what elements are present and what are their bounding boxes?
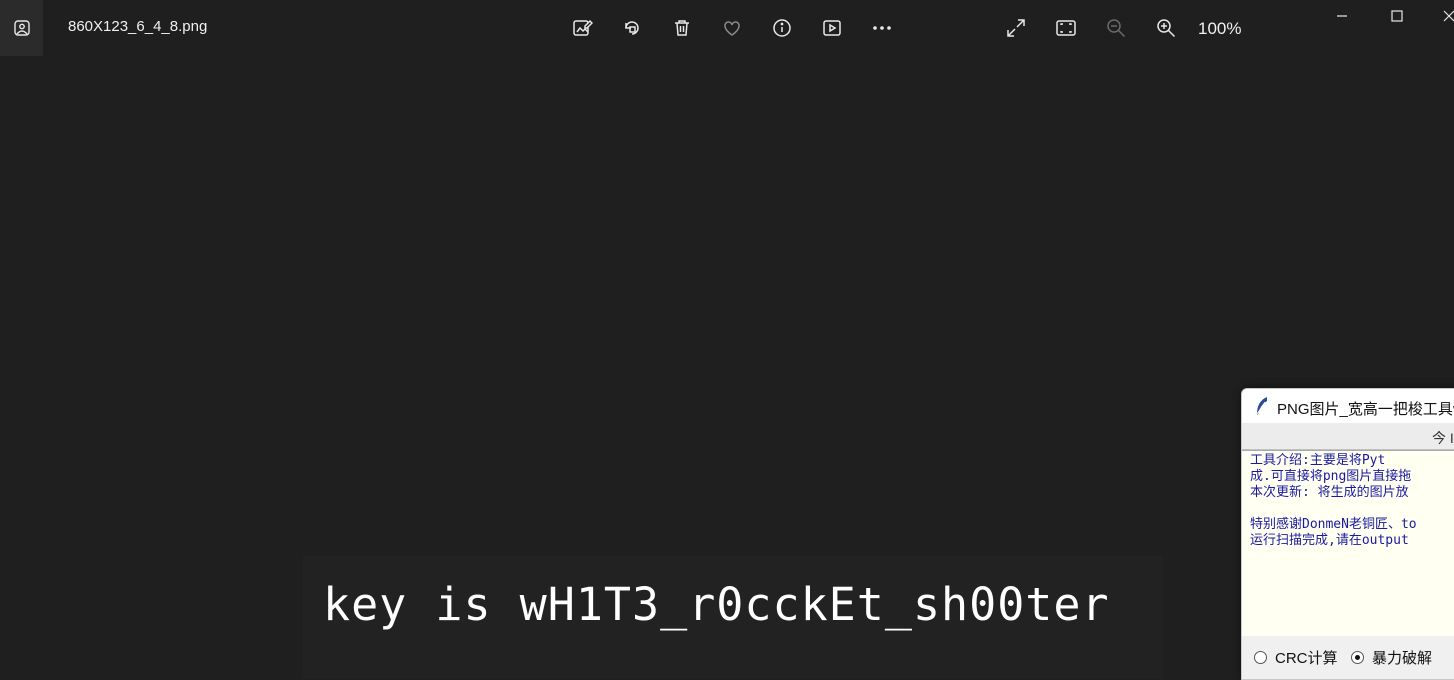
crc-radio-option[interactable]: CRC计算	[1254, 647, 1338, 668]
tool-banner: 今 I	[1242, 423, 1454, 450]
tool-title: PNG图片_宽高一把梭工具v	[1277, 401, 1454, 418]
image-text: key is wH1T3_r0cckEt_sh00ter	[323, 578, 1110, 631]
brute-force-radio[interactable]	[1351, 651, 1364, 664]
delete-icon[interactable]	[668, 14, 696, 42]
fit-to-window-icon[interactable]	[1052, 14, 1080, 42]
info-icon[interactable]	[768, 14, 796, 42]
crc-radio-label: CRC计算	[1275, 650, 1338, 667]
close-icon[interactable]	[1437, 4, 1454, 28]
favorite-icon[interactable]	[718, 14, 746, 42]
more-icon[interactable]	[868, 14, 896, 42]
file-name: 860X123_6_4_8.png	[68, 18, 208, 35]
tool-text-line: 运行扫描完成,请在output	[1250, 533, 1409, 548]
maximize-icon[interactable]	[1385, 4, 1409, 28]
zoom-out-icon[interactable]	[1102, 14, 1130, 42]
slideshow-icon[interactable]	[818, 14, 846, 42]
tool-banner-text: 今 I	[1432, 430, 1454, 446]
title-bar: 860X123_6_4_8.png 100%	[0, 0, 1454, 56]
zoom-in-icon[interactable]	[1152, 14, 1180, 42]
tool-text-line: 特别感谢DonmeN老铜匠、to	[1250, 517, 1417, 532]
crc-radio[interactable]	[1254, 651, 1267, 664]
tool-text-line: 本次更新: 将生成的图片放	[1250, 485, 1409, 500]
displayed-image: key is wH1T3_r0cckEt_sh00ter	[303, 556, 1163, 679]
minimize-icon[interactable]	[1330, 4, 1354, 28]
tool-title-bar[interactable]: PNG图片_宽高一把梭工具v	[1242, 389, 1454, 423]
brute-force-radio-option[interactable]: 暴力破解	[1351, 647, 1432, 668]
rotate-icon[interactable]	[618, 14, 646, 42]
tool-text-line: 成.可直接将png图片直接拖	[1250, 469, 1412, 484]
fullscreen-icon[interactable]	[1002, 14, 1030, 42]
brute-force-radio-label: 暴力破解	[1372, 650, 1433, 667]
tool-text-area[interactable]: 工具介绍:主要是将Pyt 成.可直接将png图片直接拖 本次更新: 将生成的图片…	[1242, 450, 1454, 637]
zoom-level[interactable]: 100%	[1198, 19, 1241, 39]
edit-image-icon[interactable]	[568, 14, 596, 42]
png-tool-window[interactable]: PNG图片_宽高一把梭工具v 今 I 工具介绍:主要是将Pyt 成.可直接将pn…	[1241, 388, 1454, 680]
tool-text-line: 工具介绍:主要是将Pyt	[1250, 453, 1386, 468]
photos-app-icon[interactable]	[0, 0, 43, 56]
feather-icon	[1256, 397, 1267, 415]
